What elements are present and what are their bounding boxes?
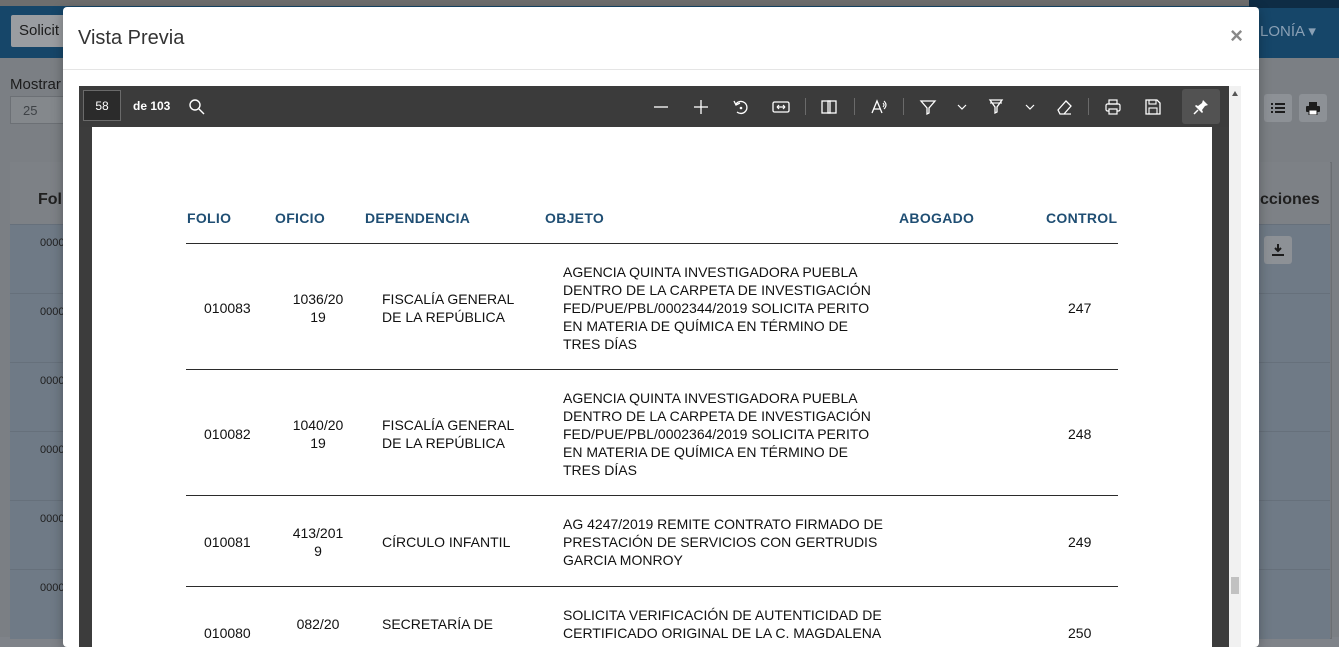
erase-icon <box>1057 99 1072 115</box>
save-icon <box>1145 98 1161 115</box>
column-folio[interactable]: Fol <box>38 191 62 209</box>
row-id: 0000 <box>40 237 65 249</box>
row-folio: 010083 <box>204 300 251 316</box>
zoom-in-button[interactable] <box>686 91 716 122</box>
search-icon <box>189 98 205 114</box>
download-button[interactable] <box>1264 236 1292 264</box>
toolbar-divider <box>1088 98 1089 115</box>
row-dependencia: CÍRCULO INFANTIL <box>382 534 511 550</box>
pdf-page: FOLIO OFICIO DEPENDENCIA OBJETO ABOGADO … <box>92 127 1212 647</box>
show-label: Mostrar <box>10 76 61 93</box>
row-oficio: 082/20 <box>296 616 340 632</box>
header-folio: FOLIO <box>187 210 232 226</box>
draw-options-button[interactable] <box>947 91 977 122</box>
page-size-select[interactable]: 25 <box>10 96 66 124</box>
pin-icon <box>1193 99 1208 115</box>
column-actions: cciones <box>1260 191 1320 208</box>
row-objeto: AGENCIA QUINTA INVESTIGADORA PUEBLA DENT… <box>563 390 871 478</box>
zoom-out-icon <box>654 105 668 108</box>
row-objeto: AG 4247/2019 REMITE CONTRATO FIRMADO DE … <box>563 516 884 568</box>
row-dependencia: FISCALÍA GENERAL DE LA REPÚBLICA <box>382 291 514 325</box>
read-aloud-button[interactable] <box>864 91 894 122</box>
highlight-button[interactable] <box>981 91 1011 122</box>
save-button[interactable] <box>1138 91 1168 122</box>
row-oficio: 1036/2019 <box>292 291 344 325</box>
zoom-in-icon <box>694 99 708 114</box>
toolbar-divider <box>854 98 855 115</box>
pin-toolbar-button[interactable] <box>1182 89 1220 124</box>
header-objeto: OBJETO <box>545 210 605 226</box>
nav-select[interactable]: Solicit <box>11 15 71 47</box>
header-dependencia: DEPENDENCIA <box>365 210 471 226</box>
rotate-button[interactable] <box>726 91 756 122</box>
row-control: 247 <box>1068 300 1092 316</box>
chevron-down-icon <box>957 104 967 110</box>
draw-button[interactable] <box>913 91 943 122</box>
caret-down-icon: ▾ <box>1308 23 1316 40</box>
row-control: 250 <box>1068 625 1092 641</box>
row-rule <box>186 369 1118 370</box>
print-pdf-button[interactable] <box>1098 91 1128 122</box>
pdf-toolbar: 58 de 103 <box>79 86 1229 127</box>
row-id: 0000 <box>40 582 65 594</box>
chevron-down-icon <box>1025 104 1035 110</box>
print-button[interactable] <box>1299 94 1327 122</box>
row-rule <box>186 495 1118 496</box>
top-strip <box>0 0 1339 6</box>
page-view-button[interactable] <box>814 91 844 122</box>
pdf-viewer: 58 de 103 FOLIO OFICIO DEPENDENCIA OBJET… <box>79 86 1241 647</box>
modal-header: Vista Previa × <box>63 7 1259 70</box>
row-dependencia: FISCALÍA GENERAL DE LA REPÚBLICA <box>382 417 514 451</box>
search-button[interactable] <box>182 91 212 122</box>
list-icon <box>1271 103 1285 113</box>
highlight-icon <box>988 98 1004 114</box>
close-button[interactable]: × <box>1230 23 1243 49</box>
highlight-options-button[interactable] <box>1015 91 1045 122</box>
row-id: 0000 <box>40 306 65 318</box>
viewer-scrollbar[interactable] <box>1229 86 1241 647</box>
page-number-input[interactable]: 58 <box>83 90 121 121</box>
header-control: CONTROL <box>1046 210 1118 226</box>
toolbar-divider <box>805 98 806 115</box>
row-id: 0000 <box>40 513 65 525</box>
scroll-up-arrow[interactable] <box>1232 91 1238 96</box>
row-id: 0000 <box>40 375 65 387</box>
list-view-button[interactable] <box>1264 94 1292 122</box>
user-menu-label: LONÍA <box>1260 23 1305 40</box>
row-folio: 010082 <box>204 426 251 442</box>
fit-width-icon <box>772 100 790 113</box>
row-rule <box>186 586 1118 587</box>
row-oficio: 413/2019 <box>292 525 344 559</box>
draw-icon <box>919 99 937 115</box>
row-folio: 010080 <box>204 625 251 641</box>
brand-logo <box>1249 0 1339 8</box>
zoom-out-button[interactable] <box>646 91 676 122</box>
row-oficio: 1040/2019 <box>292 417 344 451</box>
download-icon <box>1272 244 1284 256</box>
row-dependencia: SECRETARÍA DE <box>382 616 493 632</box>
scroll-thumb[interactable] <box>1231 577 1239 594</box>
rotate-icon <box>733 100 748 114</box>
row-control: 248 <box>1068 426 1092 442</box>
print-icon <box>1105 98 1121 115</box>
modal-title: Vista Previa <box>78 27 185 49</box>
read-aloud-icon <box>871 98 887 113</box>
row-control: 249 <box>1068 534 1092 550</box>
page-gutter <box>1212 127 1229 647</box>
fit-width-button[interactable] <box>766 91 796 122</box>
erase-button[interactable] <box>1049 91 1079 122</box>
header-rule <box>186 243 1118 244</box>
toolbar-divider <box>903 98 904 115</box>
print-icon <box>1306 101 1320 115</box>
preview-modal: Vista Previa × 58 de 103 FOLIO OFICIO DE… <box>63 7 1259 647</box>
page-total: de 103 <box>133 99 171 113</box>
header-oficio: OFICIO <box>275 210 326 226</box>
row-objeto: AGENCIA QUINTA INVESTIGADORA PUEBLA DENT… <box>563 264 871 352</box>
row-folio: 010081 <box>204 534 251 550</box>
user-menu[interactable]: LONÍA ▾ <box>1260 22 1316 40</box>
row-id: 0000 <box>40 444 65 456</box>
two-page-icon <box>821 99 837 114</box>
header-abogado: ABOGADO <box>899 210 975 226</box>
